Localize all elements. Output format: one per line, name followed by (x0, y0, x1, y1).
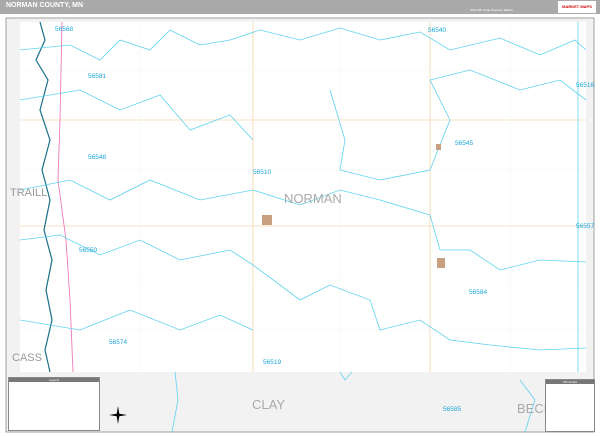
zip-label: 56550 (79, 247, 97, 254)
zip-code-list: ZIP Codes (545, 379, 595, 432)
zip-label: 56510 (253, 169, 271, 176)
zip-label: 56568 (55, 26, 73, 33)
map[interactable]: 56568 56540 56516 56581 56545 56548 5651… (0, 0, 600, 436)
neighbor-label: CASS (12, 352, 42, 364)
neighbor-label: TRAILL (10, 187, 47, 199)
zip-list-title: ZIP Codes (546, 380, 594, 384)
zip-label: 56557 (576, 223, 594, 230)
zip-label: 56585 (443, 406, 461, 413)
zip-label: 56574 (109, 339, 127, 346)
town-ada (262, 215, 272, 225)
zip-label: 56584 (469, 289, 487, 296)
legend: Legend (8, 377, 100, 431)
zip-label: 56545 (455, 140, 473, 147)
neighbor-label: CLAY (252, 397, 285, 412)
town-gary (436, 144, 441, 150)
zip-label: 56548 (88, 154, 106, 161)
zip-label: 56540 (428, 27, 446, 34)
legend-title: Legend (9, 378, 99, 382)
county-label: NORMAN (284, 191, 342, 206)
zip-label: 56516 (576, 82, 594, 89)
zip-label: 56519 (263, 359, 281, 366)
town-twin-valley (437, 258, 445, 268)
zip-label: 56581 (88, 73, 106, 80)
